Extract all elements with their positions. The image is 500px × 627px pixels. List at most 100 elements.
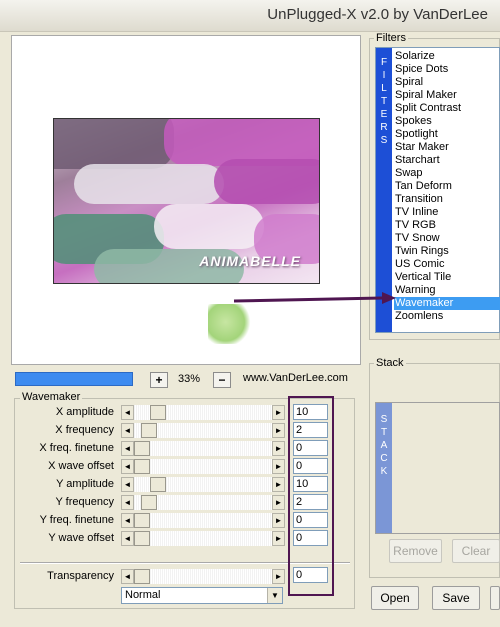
slider-thumb[interactable]	[134, 459, 150, 474]
arrow-left-icon[interactable]: ◄	[121, 441, 134, 456]
filter-item[interactable]: Spice Dots	[394, 63, 500, 76]
filter-item[interactable]: Spokes	[394, 115, 500, 128]
stack-list[interactable]: S T A C K	[375, 402, 500, 534]
filters-list[interactable]: F I L T E R S Solarize Spice Dots Spiral…	[375, 47, 500, 333]
filter-item[interactable]: TV Inline	[394, 206, 500, 219]
arrow-left-icon[interactable]: ◄	[121, 513, 134, 528]
save-button[interactable]: Save	[432, 586, 480, 610]
filter-item[interactable]: Warning	[394, 284, 500, 297]
remove-button[interactable]: Remove	[389, 539, 442, 563]
filters-strip-letter: S	[380, 135, 388, 146]
filter-item[interactable]: Spiral Maker	[394, 89, 500, 102]
param-label: X amplitude	[55, 406, 114, 418]
filters-strip-letter: F	[380, 57, 388, 68]
arrow-right-icon[interactable]: ►	[272, 569, 285, 584]
filter-item[interactable]: Swap	[394, 167, 500, 180]
stack-strip-letter: C	[380, 453, 388, 464]
filters-group-label: Filters	[374, 32, 408, 44]
arrow-right-icon[interactable]: ►	[272, 513, 285, 528]
param-slider[interactable]: ◄ ►	[121, 459, 285, 474]
filter-item[interactable]: TV Snow	[394, 232, 500, 245]
arrow-left-icon[interactable]: ◄	[121, 459, 134, 474]
slider-thumb[interactable]	[141, 423, 157, 438]
clear-button[interactable]: Clear	[452, 539, 500, 563]
param-slider[interactable]: ◄ ►	[121, 441, 285, 456]
filter-item[interactable]: Spotlight	[394, 128, 500, 141]
open-button[interactable]: Open	[371, 586, 419, 610]
arrow-right-icon[interactable]: ►	[272, 441, 285, 456]
filters-strip-letter: E	[380, 109, 388, 120]
arrow-left-icon[interactable]: ◄	[121, 477, 134, 492]
param-label: Y amplitude	[56, 478, 114, 490]
blend-mode-select[interactable]: Normal ▼	[121, 587, 283, 604]
chevron-down-icon[interactable]: ▼	[267, 588, 282, 603]
param-label: Y freq. finetune	[39, 514, 114, 526]
stack-strip-letter: A	[380, 440, 388, 451]
param-slider[interactable]: ◄ ►	[121, 477, 285, 492]
filter-item[interactable]: Zoomlens	[394, 310, 500, 323]
wavemaker-group-label: Wavemaker	[20, 391, 83, 403]
slider-thumb[interactable]	[150, 405, 166, 420]
transparency-label: Transparency	[47, 570, 114, 582]
arrow-right-icon[interactable]: ►	[272, 405, 285, 420]
slider-thumb[interactable]	[134, 569, 150, 584]
stack-strip-letter: S	[380, 414, 388, 425]
param-label: Y frequency	[55, 496, 114, 508]
filter-item[interactable]: Vertical Tile	[394, 271, 500, 284]
arrow-right-icon[interactable]: ►	[272, 459, 285, 474]
filter-item[interactable]: TV RGB	[394, 219, 500, 232]
zoom-value: 33%	[178, 373, 201, 385]
arrow-right-icon[interactable]: ►	[272, 423, 285, 438]
param-label: X freq. finetune	[39, 442, 114, 454]
slider-thumb[interactable]	[134, 441, 150, 456]
slider-thumb[interactable]	[141, 495, 157, 510]
window-title: UnPlugged-X v2.0 by VanDerLee	[267, 6, 488, 23]
filter-item[interactable]: Starchart	[394, 154, 500, 167]
slider-thumb[interactable]	[134, 531, 150, 546]
filter-item[interactable]: Solarize	[394, 50, 500, 63]
arrow-left-icon[interactable]: ◄	[121, 405, 134, 420]
filters-strip-letter: R	[380, 122, 388, 133]
arrow-right-icon[interactable]: ►	[272, 477, 285, 492]
stack-group-label: Stack	[374, 357, 406, 369]
next-button-partial[interactable]	[490, 586, 500, 610]
filters-strip: F I L T E R S	[376, 48, 392, 332]
zoom-out-button[interactable]: −	[213, 372, 231, 388]
param-slider[interactable]: ◄ ►	[121, 405, 285, 420]
arrow-left-icon[interactable]: ◄	[121, 495, 134, 510]
param-slider[interactable]: ◄ ►	[121, 423, 285, 438]
slider-thumb[interactable]	[150, 477, 166, 492]
arrow-left-icon[interactable]: ◄	[121, 531, 134, 546]
preview-cursor-blob	[208, 304, 252, 344]
filter-item[interactable]: Spiral	[394, 76, 500, 89]
param-slider[interactable]: ◄ ►	[121, 531, 285, 546]
arrow-left-icon[interactable]: ◄	[121, 569, 134, 584]
slider-thumb[interactable]	[134, 513, 150, 528]
filters-strip-letter: T	[380, 96, 388, 107]
filter-item[interactable]: Split Contrast	[394, 102, 500, 115]
filter-item[interactable]: Transition	[394, 193, 500, 206]
param-label: Y wave offset	[48, 532, 114, 544]
zoom-in-button[interactable]: +	[150, 372, 168, 388]
preview-image: ANIMABELLE	[53, 118, 320, 284]
stack-strip: S T A C K	[376, 403, 392, 533]
filter-item[interactable]: Star Maker	[394, 141, 500, 154]
stack-strip-letter: K	[380, 466, 388, 477]
preview-area[interactable]: ANIMABELLE	[11, 35, 361, 365]
arrow-right-icon[interactable]: ►	[272, 495, 285, 510]
blend-mode-value: Normal	[125, 589, 161, 601]
arrow-right-icon[interactable]: ►	[272, 531, 285, 546]
filters-strip-letter: I	[382, 70, 386, 81]
filter-item-selected[interactable]: Wavemaker	[394, 297, 500, 310]
annotation-highlight-box	[288, 396, 334, 596]
arrow-left-icon[interactable]: ◄	[121, 423, 134, 438]
zoom-progress-bar	[15, 372, 133, 386]
param-slider[interactable]: ◄ ►	[121, 495, 285, 510]
website-link[interactable]: www.VanDerLee.com	[243, 372, 348, 384]
param-slider[interactable]: ◄ ►	[121, 513, 285, 528]
stack-strip-letter: T	[380, 427, 388, 438]
filter-item[interactable]: US Comic	[394, 258, 500, 271]
filter-item[interactable]: Tan Deform	[394, 180, 500, 193]
transparency-slider[interactable]: ◄ ►	[121, 569, 285, 584]
filter-item[interactable]: Twin Rings	[394, 245, 500, 258]
